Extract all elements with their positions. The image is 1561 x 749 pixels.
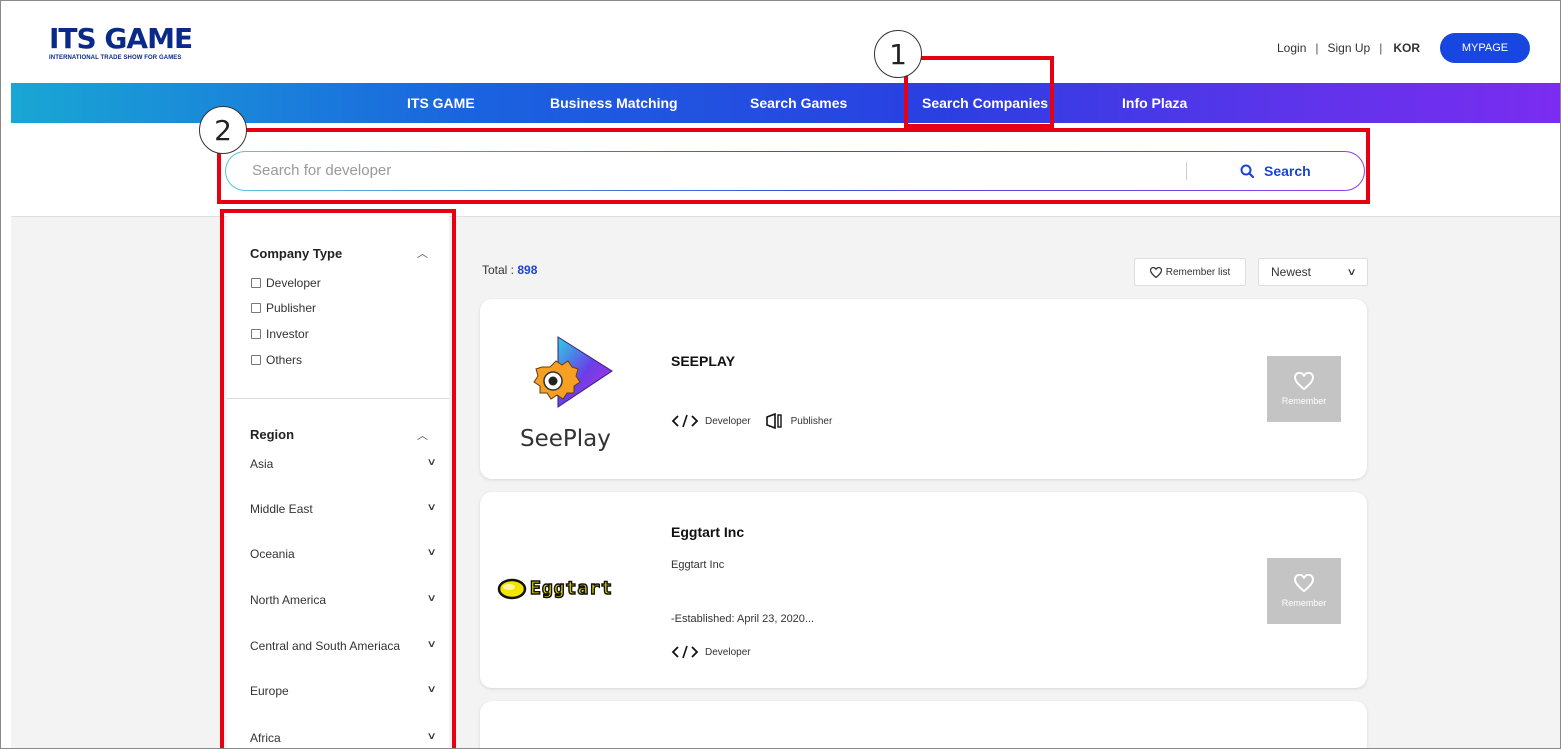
annotation-box-sidebar [220,209,456,748]
language-toggle[interactable]: KOR [1393,41,1420,55]
heart-icon [1294,372,1314,390]
tag-publisher: Publisher [765,413,833,429]
sort-select[interactable]: Newest ∨ [1258,258,1368,286]
remember-list-label: Remember list [1165,266,1231,278]
company-tags: Developer Publisher [671,413,846,429]
separator: | [1379,41,1383,55]
seeplay-logo: SeePlay [520,329,620,452]
separator: | [1315,41,1319,55]
company-tags: Developer [671,645,765,659]
signup-link[interactable]: Sign Up [1328,41,1371,55]
seeplay-logo-graphic [533,336,613,408]
company-card[interactable]: SeePlay SEEPLAY Developer Publisher Reme… [480,299,1367,479]
chevron-down-icon: ∨ [1346,266,1357,278]
sort-value: Newest [1271,265,1312,279]
logo-text: ITS GAME [49,22,193,55]
annotation-connector [926,56,946,60]
company-name[interactable]: Eggtart Inc [671,524,744,540]
egg-icon [497,578,527,600]
code-icon [671,414,699,428]
nav-item-business-matching[interactable]: Business Matching [550,83,678,123]
company-card[interactable] [480,701,1367,748]
remember-button[interactable]: Remember [1267,558,1341,624]
remember-list-button[interactable]: Remember list [1134,258,1246,286]
code-icon [671,645,699,659]
total-count: Total : 898 [482,263,537,277]
nav-item-info-plaza[interactable]: Info Plaza [1122,83,1187,123]
page-frame: ITS GAME INTERNATIONAL TRADE SHOW FOR GA… [0,0,1561,749]
speaker-icon [765,413,782,429]
remember-label: Remember [1281,598,1327,608]
remember-label: Remember [1281,396,1327,406]
total-value: 898 [517,263,538,277]
nav-item-its-game[interactable]: ITS GAME [407,83,475,123]
annotation-box-1 [904,56,1054,128]
annotation-marker-2: 2 [199,106,247,154]
login-link[interactable]: Login [1277,41,1306,55]
tag-label: Publisher [790,415,833,427]
seeplay-logo-text: SeePlay [520,426,611,452]
eggtart-logo: Eggtart [497,577,613,601]
company-name[interactable]: SEEPLAY [671,353,735,369]
logo-subtitle: INTERNATIONAL TRADE SHOW FOR GAMES [49,55,182,61]
mypage-button[interactable]: MYPAGE [1440,33,1530,63]
tag-developer: Developer [671,414,751,428]
company-description: Eggtart Inc [671,559,725,571]
tag-label: Developer [705,646,751,658]
annotation-box-2 [217,128,1370,204]
eggtart-logo-text: Eggtart [529,577,613,600]
nav-item-search-games[interactable]: Search Games [750,83,847,123]
remember-button[interactable]: Remember [1267,356,1341,422]
tag-developer: Developer [671,645,751,659]
tag-label: Developer [705,415,751,427]
its-game-logo[interactable]: ITS GAME INTERNATIONAL TRADE SHOW FOR GA… [49,22,193,62]
company-card[interactable]: Eggtart Eggtart Inc Eggtart Inc -Establi… [480,492,1367,688]
annotation-marker-1: 1 [874,30,922,78]
heart-icon [1294,574,1314,592]
heart-icon [1149,266,1162,278]
company-established: -Established: April 23, 2020... [671,613,815,625]
top-links: Login | Sign Up | KOR MYPAGE [1277,33,1530,63]
total-label: Total : [482,263,518,277]
